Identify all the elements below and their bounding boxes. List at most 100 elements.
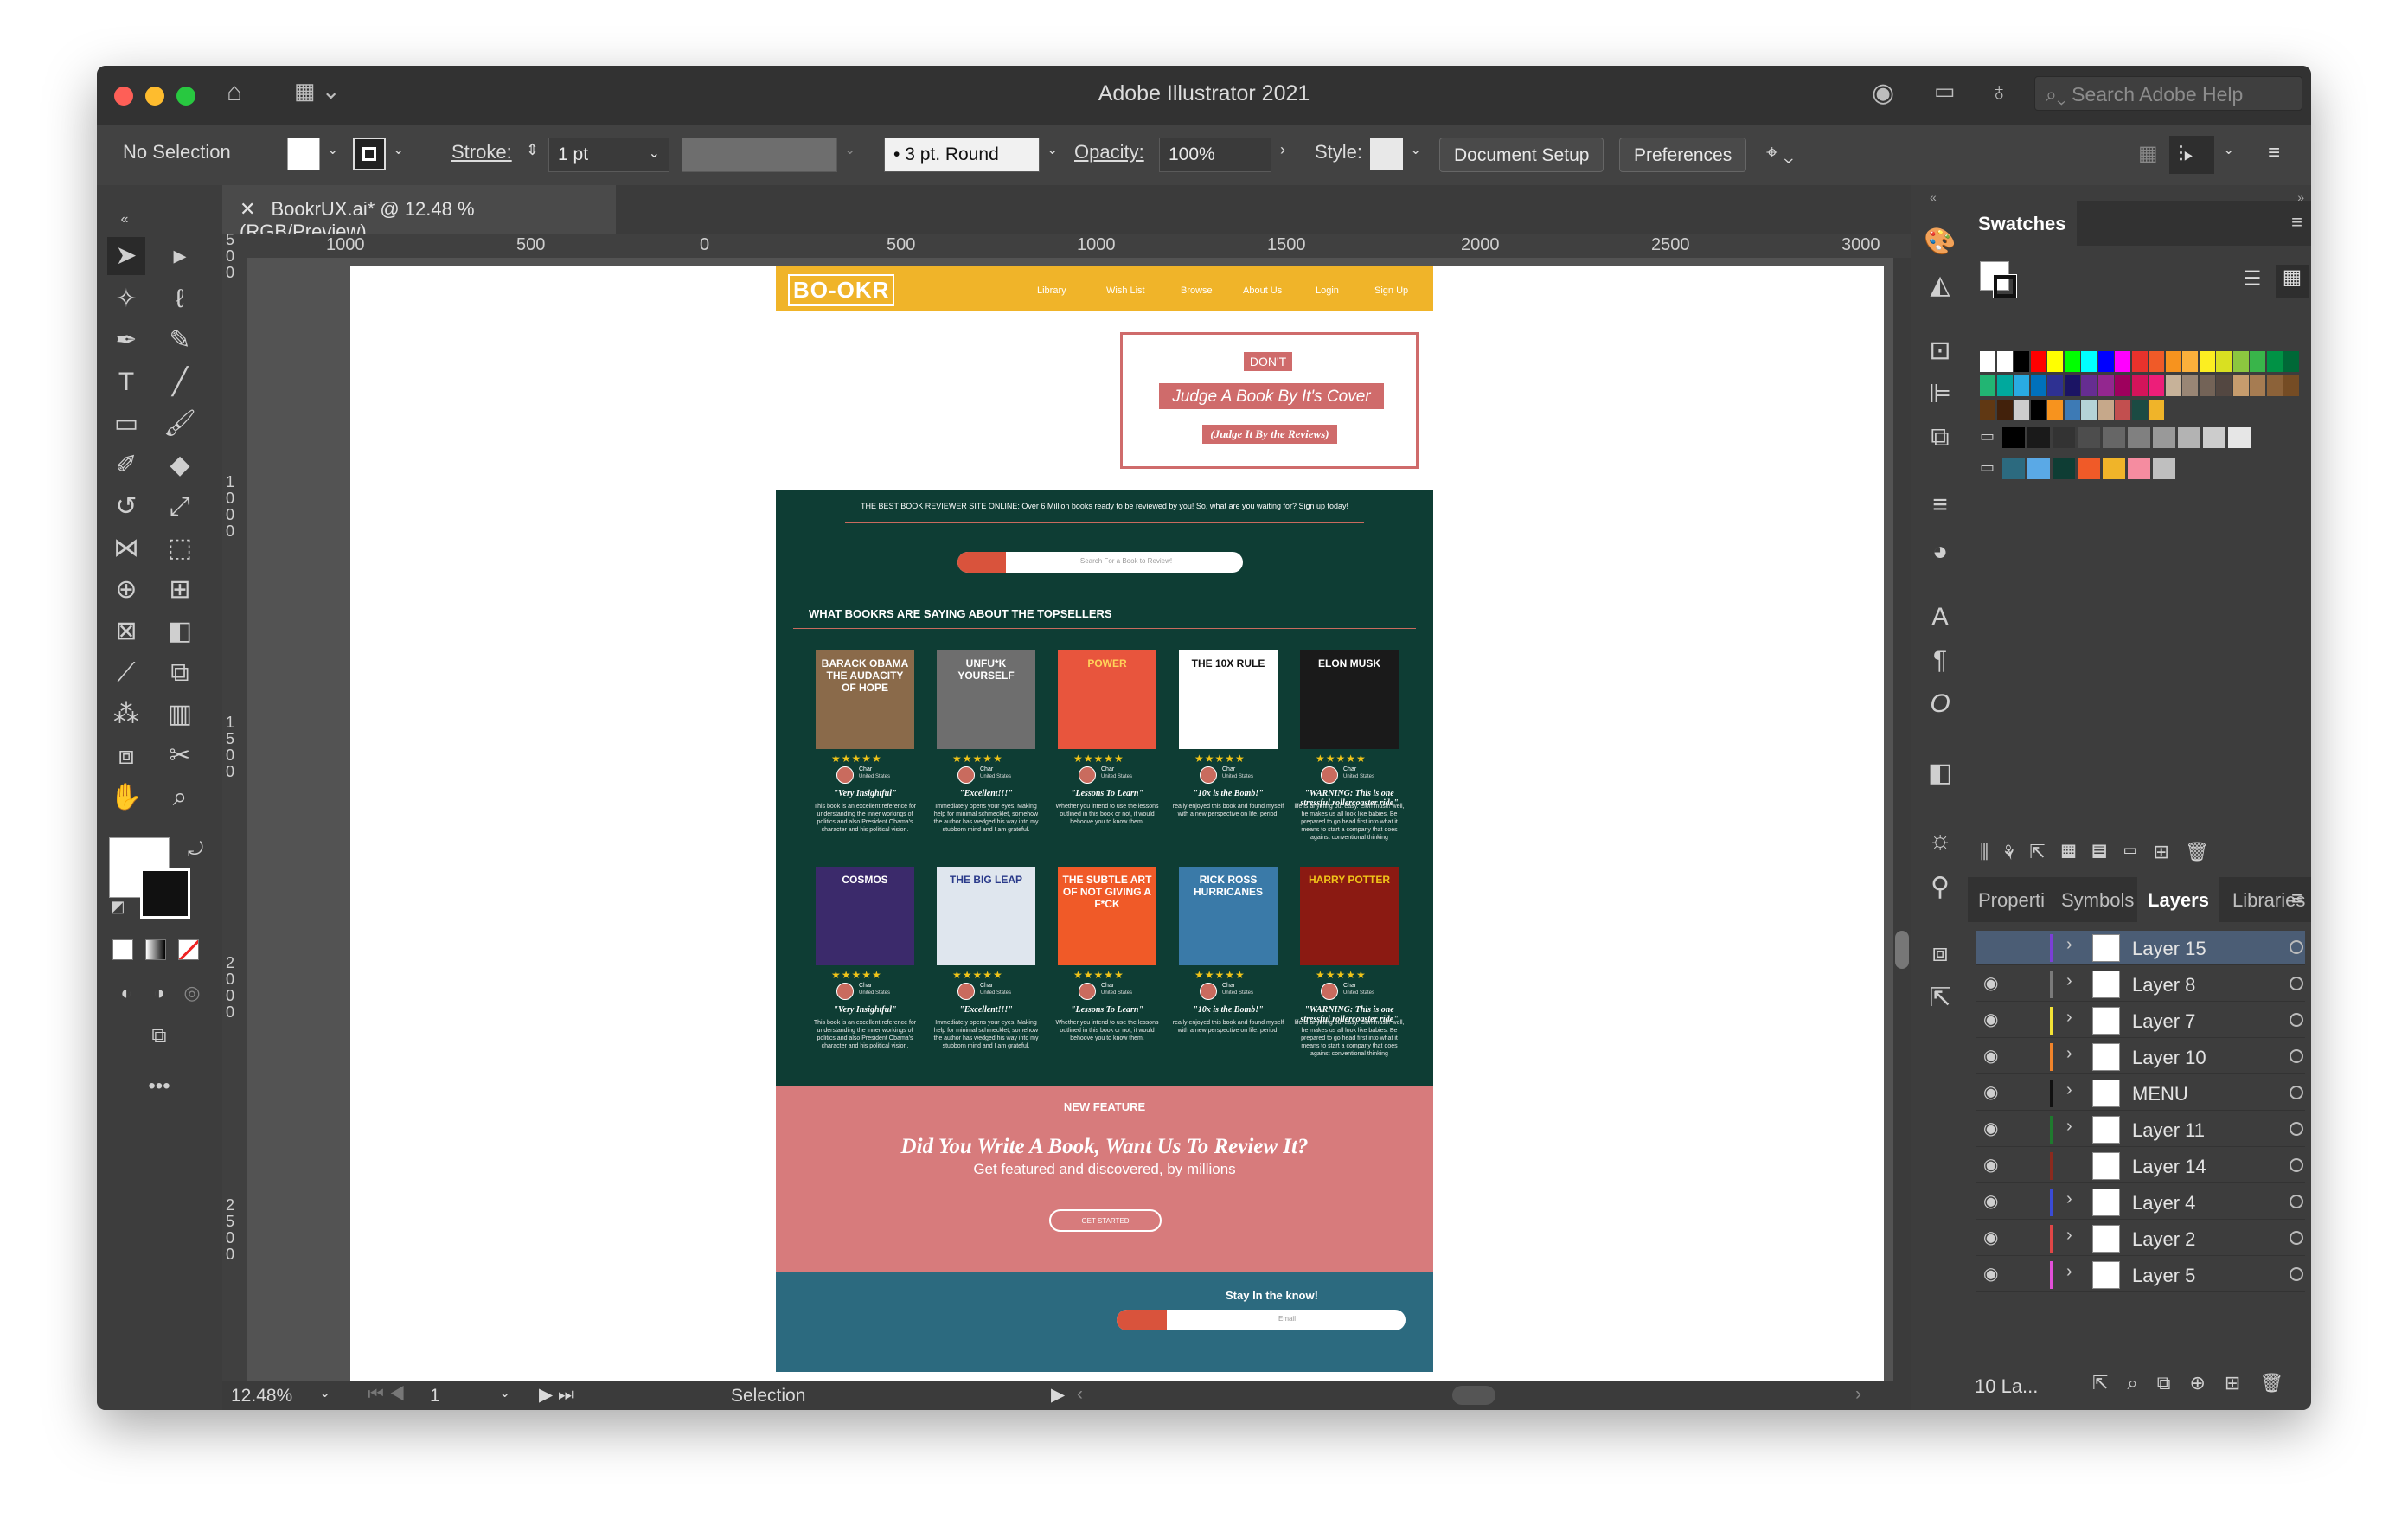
- gray-swatch[interactable]: [2153, 427, 2175, 448]
- stroke-dropdown-icon[interactable]: ⌄: [393, 141, 404, 158]
- paintbrush-tool-icon[interactable]: 🖌: [161, 405, 199, 443]
- swatches-tab[interactable]: Swatches: [1968, 201, 2077, 246]
- gradient-mode-icon[interactable]: [145, 939, 166, 960]
- chevron-right-icon[interactable]: ›: [2066, 1008, 2072, 1028]
- color-swatch[interactable]: [2216, 375, 2232, 396]
- layer-row[interactable]: ◉ Layer 14: [1976, 1149, 2305, 1183]
- magic-wand-tool-icon[interactable]: ✧: [107, 280, 145, 318]
- horizontal-ruler[interactable]: 1000 500 0 500 1000 1500 2000 2500 3000: [222, 234, 1911, 258]
- stroke-label[interactable]: Stroke:: [452, 141, 512, 163]
- color-swatch[interactable]: [2165, 375, 2181, 396]
- thumbnail-view-icon[interactable]: ▦: [2276, 265, 2309, 298]
- gray-swatch[interactable]: [2103, 427, 2125, 448]
- puppet-panel-icon[interactable]: ⚲: [1923, 870, 1957, 905]
- color-swatch[interactable]: [2232, 351, 2249, 372]
- layer-name[interactable]: Layer 5: [2132, 1265, 2195, 1287]
- color-swatch[interactable]: [2182, 375, 2198, 396]
- color-swatch[interactable]: [2266, 375, 2283, 396]
- gray-swatch[interactable]: [2178, 427, 2200, 448]
- layer-name[interactable]: Layer 11: [2132, 1119, 2205, 1142]
- color-swatch[interactable]: [2097, 351, 2114, 372]
- color-guide-icon[interactable]: ◭: [1923, 268, 1957, 303]
- color-swatch[interactable]: [1980, 351, 1995, 372]
- curvature-tool-icon[interactable]: ✎: [161, 322, 199, 360]
- eraser-tool-icon[interactable]: ◆: [161, 446, 199, 484]
- artboard-number[interactable]: 1: [430, 1386, 440, 1407]
- color-swatch[interactable]: [2064, 400, 2080, 420]
- color-swatch[interactable]: [2081, 400, 2097, 420]
- stroke-weight-field[interactable]: 1 pt ⌄: [548, 138, 669, 172]
- target-circle-icon[interactable]: [2290, 1195, 2303, 1208]
- group-swatch[interactable]: [2153, 458, 2175, 479]
- close-tab-icon[interactable]: ✕: [240, 198, 255, 220]
- vertical-scrollbar[interactable]: [1893, 258, 1911, 1381]
- target-circle-icon[interactable]: [2290, 1267, 2303, 1281]
- profile-dropdown-icon[interactable]: ⌄: [844, 141, 855, 158]
- target-circle-icon[interactable]: [2290, 1013, 2303, 1027]
- export-panel-icon[interactable]: ⇱: [1923, 981, 1957, 1016]
- artboard-tool-icon[interactable]: ⧈: [107, 737, 145, 775]
- chevron-right-icon[interactable]: ›: [2066, 1117, 2072, 1137]
- target-circle-icon[interactable]: [2290, 1231, 2303, 1245]
- layer-name[interactable]: Layer 14: [2132, 1156, 2206, 1178]
- layer-row[interactable]: › Layer 15: [1976, 931, 2305, 965]
- color-swatch[interactable]: [2014, 400, 2029, 420]
- none-mode-icon[interactable]: [178, 939, 199, 960]
- group-swatch[interactable]: [2103, 458, 2125, 479]
- appearance-panel-icon[interactable]: ☼: [1923, 823, 1957, 858]
- color-swatch[interactable]: [2283, 351, 2299, 372]
- opacity-field[interactable]: 100%: [1159, 138, 1271, 172]
- gray-swatch[interactable]: [2228, 427, 2251, 448]
- color-swatch[interactable]: [2149, 351, 2164, 372]
- gray-swatch[interactable]: [2203, 427, 2225, 448]
- layer-row[interactable]: ◉ › Layer 10: [1976, 1040, 2305, 1074]
- color-swatch[interactable]: [2182, 351, 2198, 372]
- scroll-thumb[interactable]: [1895, 931, 1909, 969]
- color-swatch[interactable]: [2149, 375, 2164, 396]
- color-swatch[interactable]: [2266, 351, 2283, 372]
- color-swatch[interactable]: [2232, 375, 2249, 396]
- horizontal-scroll-thumb[interactable]: [1452, 1386, 1495, 1405]
- layer-row[interactable]: ◉ › Layer 8: [1976, 967, 2305, 1002]
- layer-name[interactable]: MENU: [2132, 1083, 2188, 1105]
- layer-row[interactable]: ◉ › MENU: [1976, 1076, 2305, 1111]
- lasso-tool-icon[interactable]: ℓ: [161, 280, 199, 318]
- layers-footer-icons[interactable]: ⇱⌕⧉⊕⊞🗑: [2092, 1372, 2302, 1394]
- swatches-menu-icon[interactable]: ≡: [2291, 211, 2302, 234]
- first-artboard-icon[interactable]: ⏮ ◀: [368, 1384, 405, 1405]
- color-swatch[interactable]: [2014, 375, 2029, 396]
- color-swatch[interactable]: [2030, 400, 2046, 420]
- color-swatch[interactable]: [2064, 351, 2080, 372]
- opacity-label[interactable]: Opacity:: [1074, 141, 1144, 163]
- visibility-eye-icon[interactable]: ◉: [1983, 1190, 1998, 1212]
- shaper-tool-icon[interactable]: ✐: [107, 446, 145, 484]
- tab-symbols[interactable]: Symbols: [2051, 877, 2144, 922]
- paragraph-panel-icon[interactable]: ¶: [1923, 644, 1957, 678]
- perspective-grid-tool-icon[interactable]: ⊞: [161, 571, 199, 609]
- fill-dropdown-icon[interactable]: ⌄: [327, 141, 338, 158]
- arrange-icon[interactable]: ⫶▸: [2169, 136, 2214, 174]
- gradient-panel-icon[interactable]: ◧: [1923, 756, 1957, 791]
- pathfinder-panel-icon[interactable]: ⧉: [1923, 420, 1957, 455]
- layer-name[interactable]: Layer 2: [2132, 1228, 2195, 1251]
- document-setup-button[interactable]: Document Setup: [1439, 138, 1604, 172]
- vertical-ruler[interactable]: 50010001500200025003000: [222, 232, 247, 1381]
- blend-tool-icon[interactable]: ⧉: [161, 654, 199, 692]
- canvas[interactable]: BO-OKR Library Wish List Browse About Us…: [247, 258, 1893, 1381]
- color-swatch[interactable]: [2014, 351, 2029, 372]
- transform-panel-icon[interactable]: ⊡: [1923, 334, 1957, 368]
- color-swatch[interactable]: [2250, 375, 2265, 396]
- color-swatch[interactable]: [2064, 375, 2080, 396]
- screen-mode-icon[interactable]: ⧉: [140, 1017, 178, 1055]
- chevron-right-icon[interactable]: ›: [2066, 1226, 2072, 1246]
- tab-properties[interactable]: Properti: [1968, 877, 2055, 922]
- swatches-stroke-indicator[interactable]: [1993, 274, 2017, 298]
- color-mode-icon[interactable]: [112, 939, 133, 960]
- default-colors-icon[interactable]: ◩: [99, 888, 137, 926]
- color-swatch[interactable]: [2047, 375, 2063, 396]
- eyedropper-tool-icon[interactable]: ⟋: [107, 654, 145, 692]
- layer-name[interactable]: Layer 10: [2132, 1047, 2206, 1069]
- align-icon[interactable]: ▦: [2138, 141, 2158, 166]
- scale-tool-icon[interactable]: ⤢: [161, 488, 199, 526]
- align-panel-icon[interactable]: ⊫: [1923, 377, 1957, 412]
